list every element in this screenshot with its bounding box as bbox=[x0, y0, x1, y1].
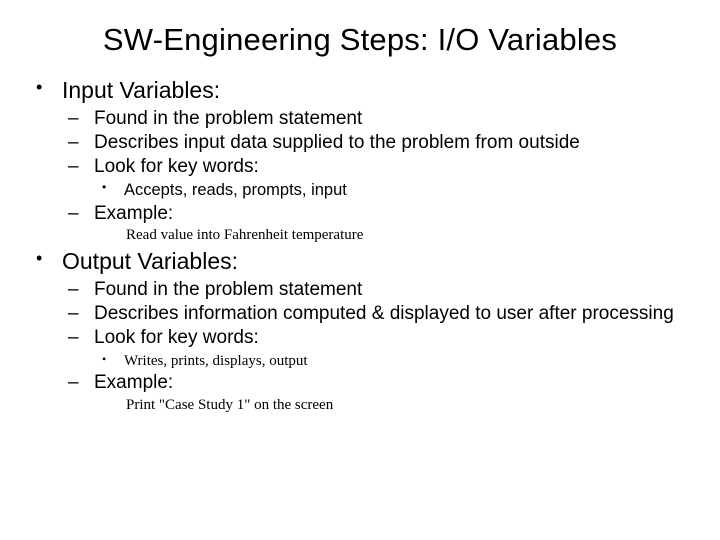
output-point-2: Describes information computed & display… bbox=[62, 302, 692, 325]
input-sublist: Found in the problem statement Describes… bbox=[62, 107, 692, 246]
input-heading: Input Variables: bbox=[62, 77, 220, 103]
output-heading: Output Variables: bbox=[62, 248, 238, 274]
input-keywords-list: Accepts, reads, prompts, input bbox=[94, 180, 692, 201]
input-point-3: Look for key words: Accepts, reads, prom… bbox=[62, 155, 692, 201]
output-keywords-label: Look for key words: bbox=[94, 327, 259, 348]
input-point-1: Found in the problem statement bbox=[62, 107, 692, 130]
bullet-list: Input Variables: Found in the problem st… bbox=[28, 76, 692, 415]
input-example-item: Example: Read value into Fahrenheit temp… bbox=[62, 202, 692, 245]
output-variables-item: Output Variables: Found in the problem s… bbox=[28, 247, 692, 414]
output-point-1: Found in the problem statement bbox=[62, 278, 692, 301]
input-keywords-label: Look for key words: bbox=[94, 156, 259, 177]
slide-title: SW-Engineering Steps: I/O Variables bbox=[28, 22, 692, 58]
input-example-label: Example: bbox=[94, 203, 173, 224]
input-keywords: Accepts, reads, prompts, input bbox=[94, 180, 692, 201]
output-keywords: Writes, prints, displays, output bbox=[94, 352, 692, 371]
output-example-text: Print "Case Study 1" on the screen bbox=[94, 395, 692, 415]
input-point-2: Describes input data supplied to the pro… bbox=[62, 131, 692, 154]
slide: SW-Engineering Steps: I/O Variables Inpu… bbox=[0, 0, 720, 540]
output-example-label: Example: bbox=[94, 372, 173, 393]
output-sublist: Found in the problem statement Describes… bbox=[62, 278, 692, 415]
input-variables-item: Input Variables: Found in the problem st… bbox=[28, 76, 692, 245]
output-keywords-list: Writes, prints, displays, output bbox=[94, 352, 692, 371]
input-example-text: Read value into Fahrenheit temperature bbox=[94, 225, 692, 245]
output-example-item: Example: Print "Case Study 1" on the scr… bbox=[62, 371, 692, 414]
output-point-3: Look for key words: Writes, prints, disp… bbox=[62, 326, 692, 370]
